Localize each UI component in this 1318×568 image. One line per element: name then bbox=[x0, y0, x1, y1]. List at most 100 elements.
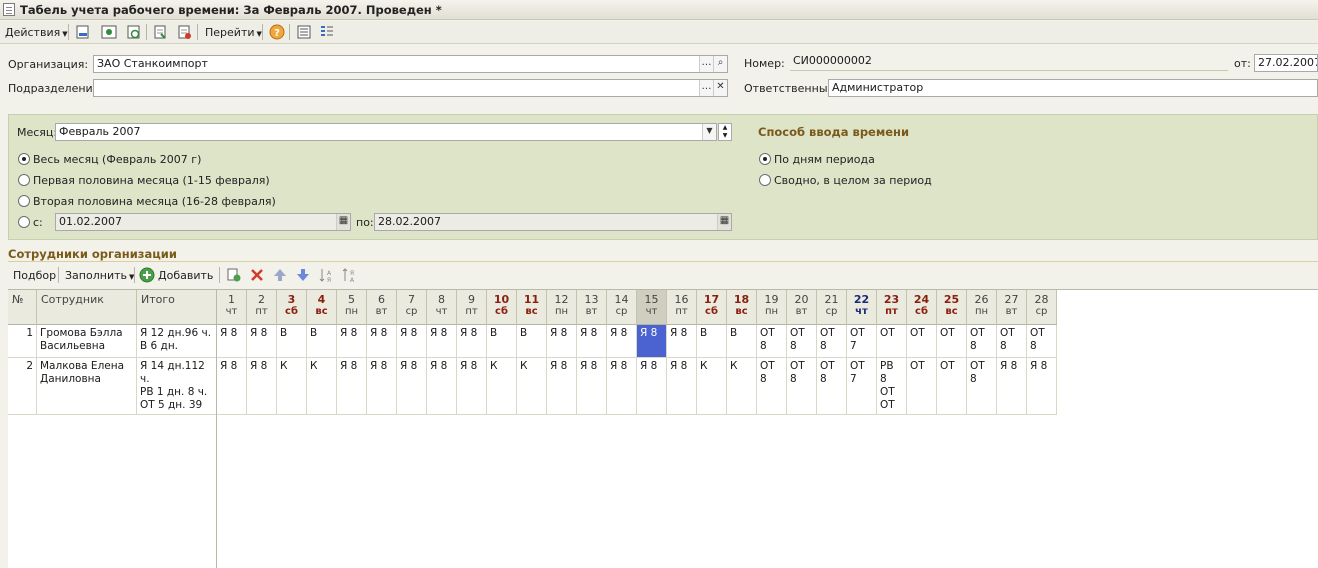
day-cell[interactable]: ОТ 8 bbox=[997, 325, 1027, 358]
from-date-field[interactable]: 01.02.2007 ▦ bbox=[55, 213, 351, 231]
day-cell[interactable]: ОТ 8 bbox=[817, 358, 847, 415]
sort-ascending-icon[interactable]: AЯ bbox=[318, 267, 334, 283]
day-cell[interactable]: Я 8 bbox=[667, 325, 697, 358]
employee-total[interactable]: Я 12 дн.96 ч. В 6 дн. bbox=[137, 325, 217, 358]
day-cell[interactable]: Я 8 bbox=[577, 325, 607, 358]
actions-menu[interactable]: Действия ▼ bbox=[5, 24, 68, 41]
radio-whole-month[interactable] bbox=[18, 153, 30, 165]
day-cell[interactable]: Я 8 bbox=[667, 358, 697, 415]
day-cell[interactable]: Я 8 bbox=[367, 358, 397, 415]
column-header-day-23[interactable]: 23 пт bbox=[877, 290, 907, 325]
day-cell[interactable]: К bbox=[517, 358, 547, 415]
day-cell[interactable]: В bbox=[487, 325, 517, 358]
day-cell[interactable]: Я 8 bbox=[397, 325, 427, 358]
org-select-button[interactable]: … bbox=[699, 56, 713, 72]
copy-row-icon[interactable] bbox=[226, 267, 242, 283]
column-header-day-6[interactable]: 6 вт bbox=[367, 290, 397, 325]
column-header-day-2[interactable]: 2 пт bbox=[247, 290, 277, 325]
column-header-day-1[interactable]: 1 чт bbox=[217, 290, 247, 325]
day-cell[interactable]: К bbox=[487, 358, 517, 415]
number-field[interactable]: СИ000000002 bbox=[790, 53, 1228, 71]
column-header-day-5[interactable]: 5 пн bbox=[337, 290, 367, 325]
month-dropdown-icon[interactable]: ▼ bbox=[702, 124, 716, 140]
column-header-day-12[interactable]: 12 пн bbox=[547, 290, 577, 325]
day-cell[interactable]: Я 8 bbox=[997, 358, 1027, 415]
day-cell[interactable]: Я 8 bbox=[337, 358, 367, 415]
org-search-icon[interactable]: ⌕ bbox=[713, 56, 727, 72]
help-icon[interactable]: ? bbox=[269, 24, 285, 40]
column-header-day-24[interactable]: 24 сб bbox=[907, 290, 937, 325]
radio-summary-label[interactable]: Сводно, в целом за период bbox=[774, 174, 932, 187]
pick-button[interactable]: Подбор bbox=[13, 267, 56, 284]
radio-first-half[interactable] bbox=[18, 174, 30, 186]
from-calendar-icon[interactable]: ▦ bbox=[336, 214, 350, 230]
dept-clear-icon[interactable]: ✕ bbox=[713, 80, 727, 96]
day-cell[interactable]: ОТ 8 bbox=[787, 358, 817, 415]
responsible-field[interactable]: Администратор bbox=[828, 79, 1318, 97]
day-cell[interactable]: ОТ 7 bbox=[847, 325, 877, 358]
day-cell[interactable]: ОТ 8 bbox=[787, 325, 817, 358]
day-cell[interactable]: К bbox=[277, 358, 307, 415]
row-number[interactable]: 2 bbox=[8, 358, 37, 415]
day-cell[interactable]: Я 8 bbox=[247, 325, 277, 358]
column-header-total[interactable]: Итого bbox=[137, 290, 217, 325]
column-header-day-13[interactable]: 13 вт bbox=[577, 290, 607, 325]
column-header-day-11[interactable]: 11 вс bbox=[517, 290, 547, 325]
column-header-number[interactable]: № bbox=[8, 290, 37, 325]
day-cell[interactable]: ОТ 7 bbox=[847, 358, 877, 415]
day-cell[interactable]: В bbox=[277, 325, 307, 358]
add-icon[interactable] bbox=[139, 267, 155, 283]
day-cell[interactable]: Я 8 bbox=[427, 358, 457, 415]
day-cell[interactable]: В bbox=[727, 325, 757, 358]
delete-row-icon[interactable] bbox=[249, 267, 265, 283]
org-field[interactable]: ЗАО Станкоимпорт … ⌕ bbox=[93, 55, 728, 73]
column-header-day-19[interactable]: 19 пн bbox=[757, 290, 787, 325]
column-header-day-3[interactable]: 3 сб bbox=[277, 290, 307, 325]
day-cell[interactable]: Я 8 bbox=[1027, 358, 1057, 415]
to-calendar-icon[interactable]: ▦ bbox=[717, 214, 731, 230]
day-cell[interactable]: Я 8 bbox=[607, 325, 637, 358]
day-cell[interactable]: ОТ 8 bbox=[757, 358, 787, 415]
unpost-document-icon[interactable] bbox=[176, 24, 192, 40]
column-header-day-22[interactable]: 22 чт bbox=[847, 290, 877, 325]
column-header-day-9[interactable]: 9 пт bbox=[457, 290, 487, 325]
dept-field[interactable]: … ✕ bbox=[93, 79, 728, 97]
day-cell[interactable]: ОТ 8 bbox=[817, 325, 847, 358]
employee-name[interactable]: Громова Бэлла Васильевна bbox=[37, 325, 137, 358]
day-cell[interactable]: Я 8 bbox=[547, 325, 577, 358]
column-header-day-15[interactable]: 15 чт bbox=[637, 290, 667, 325]
day-cell[interactable]: ОТ bbox=[937, 325, 967, 358]
post-and-close-icon[interactable] bbox=[75, 24, 91, 40]
day-cell[interactable]: Я 8 bbox=[337, 325, 367, 358]
day-cell[interactable]: ОТ bbox=[877, 325, 907, 358]
day-cell[interactable]: Я 8 bbox=[577, 358, 607, 415]
post-document-icon[interactable] bbox=[152, 24, 168, 40]
radio-first-half-label[interactable]: Первая половина месяца (1-15 февраля) bbox=[33, 174, 270, 187]
row-number[interactable]: 1 bbox=[8, 325, 37, 358]
move-up-icon[interactable] bbox=[272, 267, 288, 283]
radio-by-days[interactable] bbox=[759, 153, 771, 165]
column-header-day-16[interactable]: 16 пт bbox=[667, 290, 697, 325]
column-header-day-8[interactable]: 8 чт bbox=[427, 290, 457, 325]
radio-custom-period[interactable] bbox=[18, 216, 30, 228]
day-cell[interactable]: Я 8 bbox=[457, 358, 487, 415]
day-cell[interactable]: В bbox=[307, 325, 337, 358]
month-field[interactable]: Февраль 2007 ▼ bbox=[55, 123, 717, 141]
day-cell[interactable]: ОТ 8 bbox=[757, 325, 787, 358]
day-cell[interactable]: В bbox=[697, 325, 727, 358]
column-header-day-18[interactable]: 18 вс bbox=[727, 290, 757, 325]
employee-name[interactable]: Малкова Елена Даниловна bbox=[37, 358, 137, 415]
column-header-day-25[interactable]: 25 вс bbox=[937, 290, 967, 325]
save-icon[interactable] bbox=[101, 24, 117, 40]
day-cell[interactable]: К bbox=[727, 358, 757, 415]
day-cell[interactable]: ОТ 8 bbox=[967, 325, 997, 358]
column-header-day-20[interactable]: 20 вт bbox=[787, 290, 817, 325]
day-cell[interactable]: К bbox=[697, 358, 727, 415]
employee-total[interactable]: Я 14 дн.112 ч. РВ 1 дн. 8 ч. ОТ 5 дн. 39… bbox=[137, 358, 217, 415]
day-cell[interactable]: Я 8 bbox=[217, 358, 247, 415]
radio-custom-period-label[interactable]: с: bbox=[33, 216, 43, 229]
radio-second-half-label[interactable]: Вторая половина месяца (16-28 февраля) bbox=[33, 195, 276, 208]
sort-descending-icon[interactable]: ЯA bbox=[341, 267, 357, 283]
column-header-day-4[interactable]: 4 вс bbox=[307, 290, 337, 325]
column-header-day-27[interactable]: 27 вт bbox=[997, 290, 1027, 325]
